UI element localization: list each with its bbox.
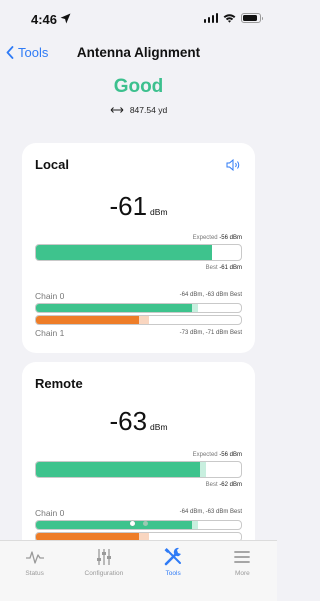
local-chain0-info: -64 dBm, -63 dBm Best [179, 292, 242, 298]
tab-tools-label: Tools [165, 570, 181, 577]
local-signal-bar [35, 244, 242, 261]
page-indicator[interactable] [0, 521, 277, 526]
local-signal-unit: dBm [150, 207, 168, 217]
remote-chain0-info: -64 dBm, -63 dBm Best [179, 509, 242, 515]
remote-best: Best -62 dBm [205, 482, 242, 488]
tab-more[interactable]: More [208, 541, 277, 601]
wifi-icon [223, 14, 236, 23]
page-dot[interactable] [129, 521, 135, 526]
remote-card: Remote -63 dBm Expected -56 dBm Best -62 … [22, 362, 255, 562]
navigation-bar: Tools Antenna Alignment [0, 40, 277, 68]
speaker-icon[interactable] [226, 159, 241, 171]
double-arrow-icon [110, 107, 124, 113]
status-waveform-icon [25, 551, 44, 564]
local-expected: Expected -56 dBm [192, 235, 242, 241]
local-chain0-fill [36, 304, 192, 312]
status-time: 4:46 [31, 12, 58, 27]
local-title: Local [35, 157, 69, 172]
tab-status[interactable]: Status [0, 541, 69, 601]
distance-value: 847.54 yd [129, 105, 168, 115]
cellular-signal-icon [203, 13, 218, 23]
local-signal-fill [36, 245, 213, 260]
remote-chain0-label: Chain 0 [35, 508, 65, 518]
tab-configuration[interactable]: Configuration [69, 541, 138, 601]
remote-signal-unit: dBm [150, 422, 168, 432]
remote-signal-reading: -63 dBm [22, 406, 255, 437]
page-title: Antenna Alignment [76, 45, 201, 60]
remote-expected: Expected -56 dBm [192, 452, 242, 458]
more-menu-icon [234, 551, 251, 563]
local-chain0-label: Chain 0 [35, 291, 65, 301]
alignment-quality: Good [113, 76, 164, 97]
local-card: Local -61 dBm Expected -56 dBm Best -61 d… [22, 143, 255, 353]
tab-status-label: Status [25, 570, 44, 577]
tab-configuration-label: Configuration [84, 570, 124, 577]
distance-readout: 847.54 yd [0, 105, 277, 115]
remote-title: Remote [35, 376, 83, 391]
local-chain0-bar [35, 303, 242, 313]
tab-bar: Status Configuration Tools More [0, 540, 277, 601]
local-chain1-bar [35, 315, 242, 325]
local-chain1-info: -73 dBm, -71 dBm Best [179, 330, 242, 336]
remote-signal-bar [35, 461, 242, 478]
local-chain1-label: Chain 1 [35, 328, 65, 338]
local-signal-reading: -61 dBm [22, 191, 255, 222]
page-dot[interactable] [142, 521, 148, 526]
sliders-icon [96, 549, 111, 565]
local-chain1-fill [36, 316, 139, 324]
local-best: Best -61 dBm [205, 265, 242, 271]
status-bar: 4:46 [0, 0, 277, 40]
remote-signal-value: -63 [109, 406, 148, 436]
location-arrow-icon [60, 13, 71, 24]
tools-icon [164, 547, 182, 566]
local-signal-value: -61 [109, 191, 148, 221]
tab-tools[interactable]: Tools [139, 541, 208, 601]
remote-signal-fill [36, 462, 200, 477]
battery-icon [241, 13, 263, 23]
tab-more-label: More [234, 570, 250, 577]
